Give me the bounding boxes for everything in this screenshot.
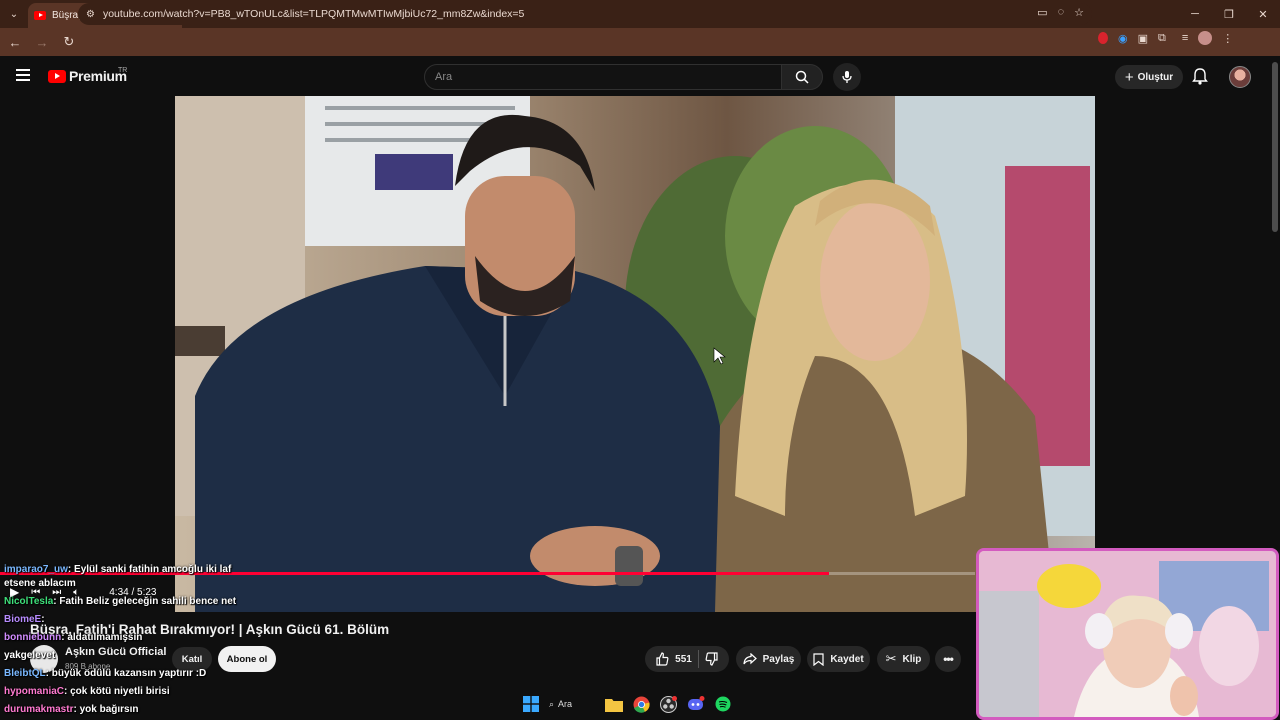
media-queue-icon[interactable]: ≡: [1182, 32, 1188, 44]
window-controls: ─ ❐ ✕: [1178, 0, 1280, 28]
chat-username[interactable]: bonniebunn: [4, 632, 61, 643]
microphone-icon: [842, 71, 852, 83]
site-info-icon[interactable]: ⚙: [86, 9, 95, 20]
streamer-webcam: [976, 548, 1279, 720]
forward-icon[interactable]: →: [30, 30, 54, 54]
chat-username[interactable]: yakgelevet: [4, 650, 55, 661]
search-icon: [795, 70, 809, 84]
close-window-icon[interactable]: ✕: [1246, 0, 1280, 28]
back-icon[interactable]: ←: [3, 30, 27, 54]
share-button[interactable]: Paylaş: [736, 646, 801, 672]
restore-icon[interactable]: ❐: [1212, 0, 1246, 28]
extensions-bar: ◉ ▣ ⧉ ≡ ⋮: [1098, 31, 1233, 45]
windows-start-icon[interactable]: [523, 696, 539, 712]
chat-text: : büyük ödülü kazansın yaptırır :D: [45, 668, 207, 679]
like-count[interactable]: 551: [675, 654, 692, 665]
page-scrollbar[interactable]: [1272, 62, 1278, 232]
logo-country-code: TR: [118, 67, 128, 74]
taskbar-search[interactable]: ⌕ Ara: [549, 694, 595, 714]
chat-username[interactable]: imparao7_uw: [4, 564, 68, 575]
search-button[interactable]: [781, 64, 823, 90]
more-actions-button[interactable]: •••: [935, 646, 961, 672]
search-icon: ⌕: [549, 698, 555, 709]
plus-icon: +: [1124, 68, 1134, 86]
chat-username[interactable]: durumakmastr: [4, 704, 73, 715]
user-avatar[interactable]: [1229, 66, 1251, 88]
chat-message: bonniebunn: aldatılmamışsın: [4, 632, 142, 643]
url-text: youtube.com/watch?v=PB8_wTOnULc&list=TLP…: [102, 8, 525, 20]
chat-text: etsene ablacım: [4, 578, 76, 589]
chat-username[interactable]: BleibtQL: [4, 668, 46, 679]
scissors-icon: ✂: [885, 651, 897, 666]
extension-red-icon[interactable]: [1098, 32, 1108, 44]
youtube-logo[interactable]: Premium: [48, 68, 127, 84]
chat-text: : yok bağırsın: [73, 704, 139, 715]
minimize-icon[interactable]: ─: [1178, 0, 1212, 28]
omnibox-actions: ▭ ◌ ☆: [1037, 6, 1084, 19]
chat-message: durumakmastr: yok bağırsın: [4, 704, 138, 715]
chat-message: BleibtQL: büyük ödülü kazansın yaptırır …: [4, 668, 206, 679]
chat-message: imparao7_uw: Eylül sanki fatihin amcoğlu…: [4, 564, 231, 575]
notifications-bell-icon[interactable]: [1192, 67, 1208, 85]
chat-message: BiomeE:: [4, 614, 45, 625]
spotify-icon[interactable]: [715, 696, 731, 712]
video-frame-image: [175, 96, 1095, 612]
thumbs-up-icon[interactable]: [655, 652, 669, 666]
extensions-puzzle-icon[interactable]: ⧉: [1158, 32, 1166, 45]
thumbs-down-icon[interactable]: [705, 652, 719, 666]
webcam-image: [979, 551, 1276, 717]
chat-text: : Fatih Beliz geleceğin sahili bence net: [53, 596, 237, 607]
bookmark-star-icon[interactable]: ☆: [1074, 6, 1084, 19]
cast-icon[interactable]: ▭: [1037, 6, 1047, 19]
extension-owl-icon[interactable]: ▣: [1138, 32, 1148, 45]
divider: [697, 650, 699, 668]
chat-message: yakgelevet: [4, 650, 55, 661]
stream-chat-overlay: imparao7_uw: Eylül sanki fatihin amcoğlu…: [0, 562, 300, 720]
search-input[interactable]: Ara: [424, 64, 782, 90]
save-button[interactable]: Kaydet: [807, 646, 870, 672]
file-explorer-icon[interactable]: [605, 697, 623, 712]
chrome-icon[interactable]: [633, 696, 650, 713]
video-player[interactable]: [175, 96, 1095, 612]
address-bar[interactable]: ⚙ youtube.com/watch?v=PB8_wTOnULc&list=T…: [78, 3, 1092, 25]
youtube-play-icon: [48, 69, 66, 83]
more-horizontal-icon: •••: [943, 652, 954, 666]
bookmark-icon: [813, 652, 824, 666]
chat-text: :: [41, 614, 45, 625]
create-button[interactable]: + Oluştur: [1115, 65, 1183, 89]
hamburger-menu-icon[interactable]: [16, 69, 30, 81]
discord-icon[interactable]: [687, 695, 705, 713]
browser-menu-icon[interactable]: ⋮: [1222, 32, 1233, 45]
chat-text: : çok kötü niyetli birisi: [64, 686, 170, 697]
obs-icon[interactable]: [660, 695, 677, 713]
clip-button[interactable]: ✂ Klip: [877, 646, 930, 672]
chat-username[interactable]: hypomaniaC: [4, 686, 64, 697]
like-dislike-group: 551: [645, 646, 729, 672]
youtube-favicon-icon: [34, 11, 46, 20]
browser-toolbar: ← → ↻: [0, 28, 1280, 56]
chat-username[interactable]: BiomeE: [4, 614, 41, 625]
chat-text: : aldatılmamışsın: [61, 632, 143, 643]
extension-sound-icon[interactable]: ◉: [1118, 32, 1128, 45]
share-icon: [743, 653, 757, 665]
voice-search-button[interactable]: [833, 63, 861, 91]
chat-message: etsene ablacım: [4, 578, 76, 589]
chat-message: hypomaniaC: çok kötü niyetli birisi: [4, 686, 170, 697]
reload-icon[interactable]: ↻: [57, 30, 81, 54]
profile-avatar[interactable]: [1198, 31, 1213, 45]
chat-message: NicolTesla: Fatih Beliz geleceğin sahili…: [4, 596, 236, 607]
taskbar: ⌕ Ara: [523, 694, 731, 714]
chat-username[interactable]: NicolTesla: [4, 596, 53, 607]
eye-off-icon[interactable]: ◌: [1058, 6, 1065, 19]
tab-search-chevron-icon[interactable]: ⌄: [0, 0, 28, 28]
chat-text: : Eylül sanki fatihin amcoğlu iki laf: [67, 564, 232, 575]
